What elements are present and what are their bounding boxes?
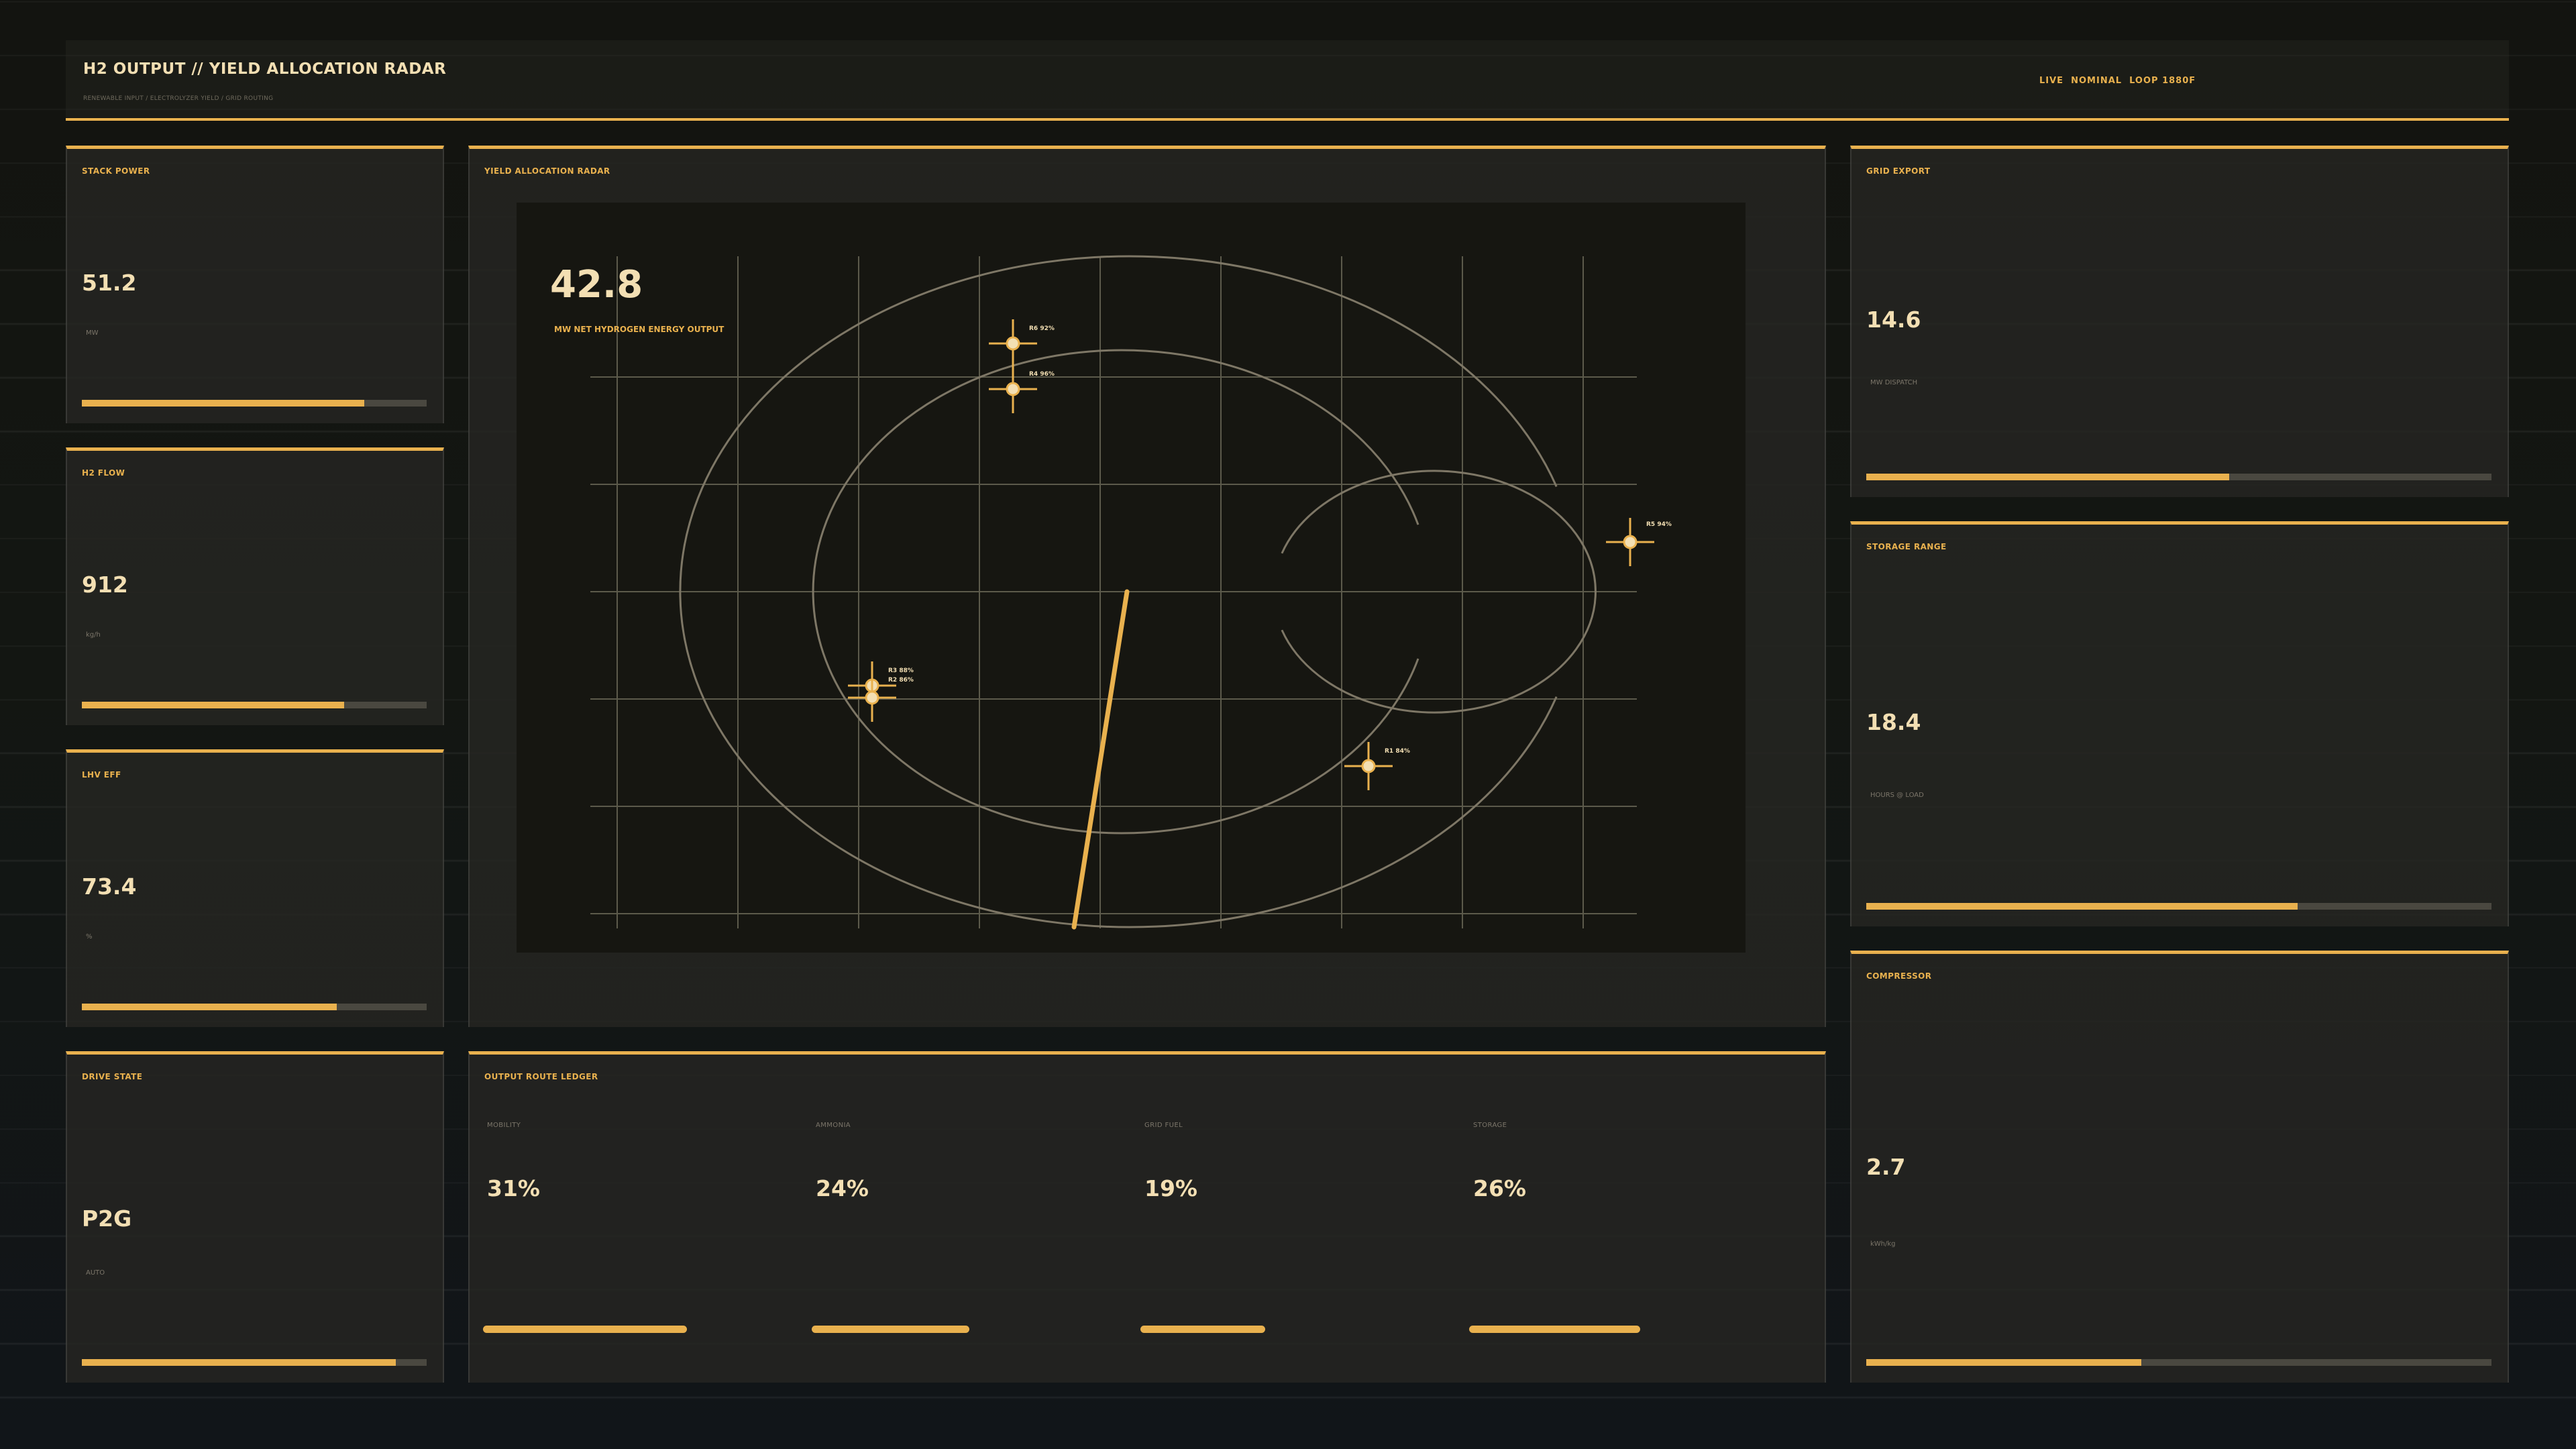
stack-power-value: 51.2 [82, 270, 137, 296]
panel-title: DRIVE STATE [82, 1072, 143, 1081]
route-share-bar [812, 1326, 969, 1333]
grid-export-bar-fill [1866, 474, 2229, 480]
blip-dot [1006, 382, 1020, 396]
compressor-bar [1866, 1359, 2491, 1366]
storage-range-bar [1866, 903, 2491, 910]
blip-label: R3 88% [888, 667, 914, 674]
ledger-route-mobility[interactable]: MOBILITY 31% [470, 1055, 798, 1383]
blip-label: R1 84% [1385, 748, 1410, 755]
drive-state-panel[interactable]: DRIVE STATE P2G AUTO [66, 1051, 444, 1383]
blip-dot [865, 690, 879, 705]
ledger-route-grid-fuel[interactable]: GRID FUEL 19% [1127, 1055, 1456, 1383]
route-label: GRID FUEL [1144, 1122, 1183, 1129]
grid-export-unit: MW DISPATCH [1870, 379, 1918, 386]
storage-range-value: 18.4 [1866, 709, 1921, 735]
compressor-value: 2.7 [1866, 1154, 1906, 1180]
route-label: AMMONIA [816, 1122, 851, 1129]
app-subtitle: RENEWABLE INPUT / ELECTROLYZER YIELD / G… [83, 95, 274, 102]
route-label: MOBILITY [487, 1122, 521, 1129]
route-label: STORAGE [1473, 1122, 1507, 1129]
h2-flow-bar-fill [82, 702, 344, 708]
route-share-bar [1469, 1326, 1640, 1333]
ledger-route-ammonia[interactable]: AMMONIA 24% [798, 1055, 1127, 1383]
app-title: H2 OUTPUT // YIELD ALLOCATION RADAR [83, 60, 447, 78]
lhv-eff-bar [82, 1004, 427, 1010]
panel-title: H2 FLOW [82, 468, 125, 478]
h2-flow-bar [82, 702, 427, 708]
radar-blip[interactable]: R2 86% [848, 674, 914, 722]
stack-power-bar [82, 400, 427, 407]
panel-title: STORAGE RANGE [1866, 542, 1947, 551]
grid-export-bar [1866, 474, 2491, 480]
route-share-bar [483, 1326, 687, 1333]
status-indicator: LIVE NOMINAL LOOP 1880F [2039, 76, 2196, 86]
blip-label: R2 86% [888, 677, 914, 684]
ledger-route-storage[interactable]: STORAGE 26% [1456, 1055, 1784, 1383]
route-share-value: 24% [816, 1175, 869, 1201]
radar-blip[interactable]: R5 94% [1606, 518, 1672, 566]
output-ledger-panel[interactable]: OUTPUT ROUTE LEDGER MOBILITY 31% AMMONIA… [468, 1051, 1826, 1383]
compressor-panel[interactable]: COMPRESSOR 2.7 kWh/kg [1850, 951, 2509, 1383]
blip-dot [1623, 535, 1638, 549]
radar-scope: R6 92% R4 96% R5 94% R3 88% R2 86% R1 84% [590, 255, 1672, 930]
panel-title: LHV EFF [82, 770, 121, 780]
radar-blip[interactable]: R4 96% [989, 365, 1055, 413]
radar-blip[interactable]: R6 92% [989, 319, 1055, 368]
storage-range-bar-fill [1866, 903, 2298, 910]
radar-output-value: 42.8 [550, 263, 643, 307]
radar-blip[interactable]: R3 88% [848, 661, 914, 710]
radar-output-caption: MW NET HYDROGEN ENERGY OUTPUT [554, 325, 724, 334]
header-divider [66, 118, 2509, 121]
h2-flow-unit: kg/h [86, 631, 101, 639]
lhv-eff-value: 73.4 [82, 873, 137, 900]
route-share-bar [1140, 1326, 1265, 1333]
lhv-eff-panel[interactable]: LHV EFF 73.4 % [66, 749, 444, 1027]
drive-state-value: P2G [82, 1205, 132, 1232]
grid-export-panel[interactable]: GRID EXPORT 14.6 MW DISPATCH [1850, 146, 2509, 497]
route-share-value: 19% [1144, 1175, 1197, 1201]
radar-blips: R6 92% R4 96% R5 94% R3 88% R2 86% R1 84% [848, 319, 1672, 790]
drive-state-bar-fill [82, 1359, 396, 1366]
h2-flow-value: 912 [82, 572, 128, 598]
lhv-eff-unit: % [86, 933, 93, 941]
storage-range-panel[interactable]: STORAGE RANGE 18.4 HOURS @ LOAD [1850, 521, 2509, 926]
drive-state-unit: AUTO [86, 1269, 105, 1277]
radar-grid [590, 256, 1637, 928]
header-bar: H2 OUTPUT // YIELD ALLOCATION RADAR RENE… [66, 40, 2509, 117]
panel-title: YIELD ALLOCATION RADAR [484, 166, 610, 176]
panel-title: GRID EXPORT [1866, 166, 1931, 176]
stack-power-panel[interactable]: STACK POWER 51.2 MW [66, 146, 444, 423]
blip-label: R5 94% [1646, 521, 1672, 528]
route-share-value: 31% [487, 1175, 540, 1201]
compressor-unit: kWh/kg [1870, 1240, 1896, 1248]
lhv-eff-bar-fill [82, 1004, 337, 1010]
drive-state-bar [82, 1359, 427, 1366]
panel-title: COMPRESSOR [1866, 971, 1932, 981]
blip-dot [1361, 759, 1376, 773]
stack-power-bar-fill [82, 400, 365, 407]
storage-range-unit: HOURS @ LOAD [1870, 792, 1924, 799]
yield-radar-panel[interactable]: YIELD ALLOCATION RADAR R6 92% R4 96% R5 9 [468, 146, 1826, 1027]
route-share-value: 26% [1473, 1175, 1526, 1201]
stack-power-unit: MW [86, 329, 99, 337]
blip-label: R6 92% [1029, 325, 1055, 332]
blip-dot [1006, 336, 1020, 351]
panel-title: STACK POWER [82, 166, 150, 176]
grid-export-value: 14.6 [1866, 307, 1921, 333]
compressor-bar-fill [1866, 1359, 2142, 1366]
h2-flow-panel[interactable]: H2 FLOW 912 kg/h [66, 447, 444, 725]
blip-label: R4 96% [1029, 371, 1055, 378]
